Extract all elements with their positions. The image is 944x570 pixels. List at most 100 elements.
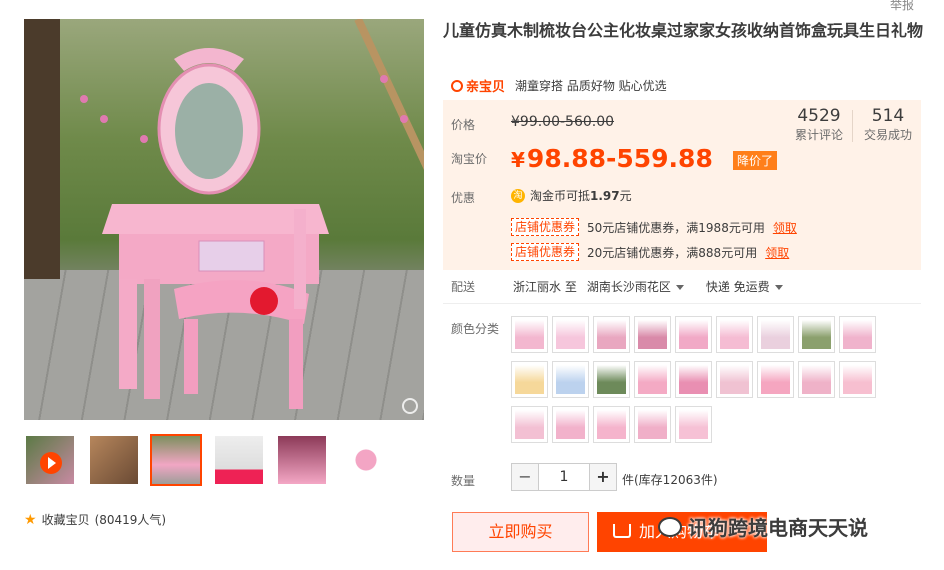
stat-sales-num: 514	[871, 106, 905, 126]
stat-reviews-label: 累计评论	[794, 128, 843, 142]
color-swatch[interactable]	[757, 361, 794, 398]
brand-logo: 亲宝贝	[451, 76, 505, 95]
thumbnail-4[interactable]	[213, 434, 265, 486]
quantity-label: 数量	[451, 474, 476, 488]
favorite-count: (80419人气)	[94, 513, 167, 527]
vanity-table-illustration	[80, 48, 408, 409]
coin-amount: 1.97	[590, 188, 620, 203]
thumbnail-3[interactable]	[150, 434, 202, 486]
zoom-icon[interactable]	[402, 398, 418, 414]
main-product-image[interactable]	[24, 19, 424, 420]
thumbnail-2[interactable]	[88, 434, 140, 486]
coin-offer: 淘 淘金币可抵 1.97 元	[511, 187, 632, 204]
original-price: ¥99.00-560.00	[511, 114, 615, 130]
color-swatch[interactable]	[716, 316, 753, 353]
color-swatch[interactable]	[552, 316, 589, 353]
color-swatch-thumb	[597, 320, 626, 349]
color-swatch-thumb	[556, 410, 585, 439]
stat-sales-label: 交易成功	[863, 128, 912, 142]
stat-reviews[interactable]: 4529 累计评论	[793, 106, 845, 143]
watermark: 讯狗跨境电商天天说	[658, 512, 868, 541]
thumbnail-strip	[24, 434, 424, 490]
color-swatch[interactable]	[839, 316, 876, 353]
color-swatch[interactable]	[839, 361, 876, 398]
color-swatch[interactable]	[675, 406, 712, 443]
coupon-text: 50元店铺优惠券，满1988元可用	[587, 220, 765, 235]
coupon-1: 店铺优惠券 50元店铺优惠券，满1988元可用 领取	[511, 218, 797, 236]
color-swatch[interactable]	[757, 316, 794, 353]
color-swatch-thumb	[761, 365, 790, 394]
claim-coupon-link[interactable]: 领取	[773, 219, 797, 236]
color-swatch-thumb	[720, 365, 749, 394]
thumbnail-video[interactable]	[24, 434, 76, 486]
color-swatch-thumb	[597, 365, 626, 394]
decrease-button[interactable]: −	[511, 463, 539, 491]
color-swatch[interactable]	[798, 361, 835, 398]
ship-to-select[interactable]: 湖南长沙雨花区	[587, 278, 684, 295]
star-icon: ★	[24, 511, 37, 528]
taobao-coin-icon: 淘	[511, 188, 525, 203]
wechat-icon	[658, 516, 682, 537]
color-swatch[interactable]	[634, 406, 671, 443]
color-swatch[interactable]	[675, 316, 712, 353]
report-link[interactable]: 举报	[890, 0, 914, 13]
color-swatch[interactable]	[593, 316, 630, 353]
color-swatch-thumb	[515, 410, 544, 439]
brand-slogan: 潮童穿搭 品质好物 贴心优选	[515, 79, 667, 93]
price-drop-badge: 降价了	[733, 151, 778, 170]
price-panel: 价格 ¥99.00-560.00 4529 累计评论 514 交易成功 淘宝价 …	[443, 100, 921, 270]
color-swatch[interactable]	[511, 316, 548, 353]
color-swatch[interactable]	[593, 406, 630, 443]
color-swatch-thumb	[597, 410, 626, 439]
color-swatch[interactable]	[634, 316, 671, 353]
color-swatch[interactable]	[511, 406, 548, 443]
thumbnail-6[interactable]	[340, 434, 392, 486]
quantity-input[interactable]	[539, 463, 589, 491]
promo-label: 优惠	[451, 191, 476, 205]
buy-now-button[interactable]: 立即购买	[452, 512, 589, 552]
favorite-item[interactable]: ★ 收藏宝贝 (80419人气)	[24, 511, 166, 528]
color-swatch[interactable]	[552, 406, 589, 443]
color-swatch-thumb	[556, 365, 585, 394]
color-swatch[interactable]	[552, 361, 589, 398]
color-swatch[interactable]	[798, 316, 835, 353]
color-swatch-thumb	[515, 365, 544, 394]
chevron-down-icon	[675, 285, 684, 290]
color-swatch-thumb	[802, 365, 831, 394]
quantity-stepper: − +	[511, 463, 617, 491]
color-swatch-thumb	[761, 320, 790, 349]
shipping-row: 配送 浙江丽水 至 湖南长沙雨花区 快递 免运费	[451, 278, 783, 295]
stock-count: 件(库存12063件)	[622, 473, 718, 487]
color-swatch-thumb	[679, 365, 708, 394]
stat-reviews-num: 4529	[797, 106, 841, 126]
price-label: 价格	[451, 118, 476, 132]
claim-coupon-link[interactable]: 领取	[765, 244, 789, 261]
brand-banner[interactable]: 亲宝贝 潮童穿搭 品质好物 贴心优选	[451, 76, 667, 95]
coupon-tag: 店铺优惠券	[511, 243, 580, 261]
color-swatch-thumb	[843, 320, 872, 349]
coupon-tag: 店铺优惠券	[511, 218, 580, 236]
color-swatch-thumb	[638, 365, 667, 394]
ship-method-select[interactable]: 快递 免运费	[706, 278, 783, 295]
color-swatch-thumb	[843, 365, 872, 394]
ship-from: 浙江丽水 至	[513, 280, 577, 294]
cart-icon	[613, 524, 631, 538]
stat-divider	[852, 110, 853, 142]
coupon-2: 店铺优惠券 20元店铺优惠券，满888元可用 领取	[511, 243, 789, 261]
play-icon[interactable]	[40, 452, 62, 474]
color-swatch-thumb	[515, 320, 544, 349]
color-swatch-thumb	[556, 320, 585, 349]
color-swatch[interactable]	[511, 361, 548, 398]
brand-ring-icon	[451, 79, 463, 92]
color-swatch[interactable]	[634, 361, 671, 398]
taobao-price-value: 98.88-559.88	[526, 144, 713, 173]
color-swatch[interactable]	[675, 361, 712, 398]
watermark-text: 讯狗跨境电商天天说	[688, 516, 868, 540]
product-title: 儿童仿真木制梳妆台公主化妆桌过家家女孩收纳首饰盒玩具生日礼物	[443, 21, 924, 40]
divider	[443, 303, 921, 304]
coupon-text: 20元店铺优惠券，满888元可用	[587, 245, 758, 260]
color-swatch[interactable]	[716, 361, 753, 398]
thumbnail-5[interactable]	[276, 434, 328, 486]
increase-button[interactable]: +	[589, 463, 617, 491]
color-swatch[interactable]	[593, 361, 630, 398]
